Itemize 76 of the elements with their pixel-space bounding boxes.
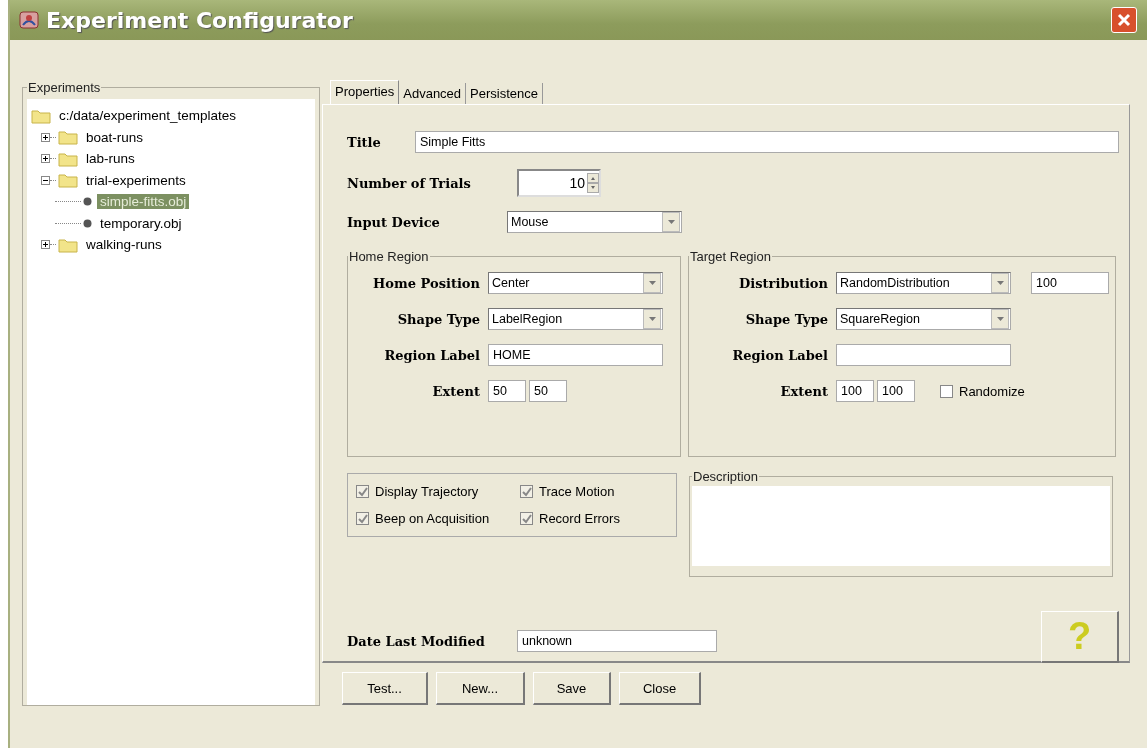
dialog-button[interactable]: Close	[619, 672, 701, 705]
number-field[interactable]: 50	[529, 380, 567, 402]
folder-icon	[58, 172, 78, 189]
field-label: Region Label	[383, 347, 481, 363]
checkbox-label: Display Trajectory	[375, 484, 479, 499]
expand-icon[interactable]	[41, 154, 50, 164]
checkbox[interactable]	[356, 485, 369, 498]
dropdown[interactable]: Mouse	[507, 211, 682, 233]
dropdown[interactable]: SquareRegion	[836, 308, 1011, 330]
bullet-icon	[83, 197, 92, 207]
field-label: Input Device	[347, 214, 441, 230]
dropdown[interactable]: RandomDistribution	[836, 272, 1011, 294]
field-label: Shape Type	[396, 311, 481, 327]
text-field[interactable]: 100	[1031, 272, 1109, 294]
number-field[interactable]: 50	[488, 380, 526, 402]
expand-icon[interactable]	[41, 240, 50, 250]
spinner-arrows-icon[interactable]	[587, 173, 599, 193]
tree-item[interactable]: lab-runs	[83, 151, 138, 167]
tab[interactable]: Properties	[330, 80, 400, 104]
dropdown-arrow-icon	[648, 317, 656, 321]
expand-icon[interactable]	[41, 132, 50, 142]
group-title: Description	[692, 469, 760, 484]
tab[interactable]: Advanced	[399, 83, 467, 104]
checkbox-label: Randomize	[959, 383, 1025, 399]
field-label: Home Position	[372, 275, 481, 291]
dropdown[interactable]: Center	[488, 272, 663, 294]
checkbox[interactable]	[940, 384, 953, 398]
tree-item[interactable]: boat-runs	[83, 129, 147, 145]
number-field[interactable]: 100	[877, 380, 915, 402]
text-field[interactable]	[836, 344, 1011, 366]
checkbox-label: Record Errors	[539, 511, 620, 526]
group-title: Home Region	[348, 249, 430, 264]
group-title: Experiments	[27, 80, 102, 95]
field-label: Distribution	[738, 275, 829, 291]
field-label: Date Last Modified	[347, 633, 486, 649]
checkbox-label: Beep on Acquisition	[375, 511, 490, 526]
field-label: Number of Trials	[347, 175, 472, 191]
text-field[interactable]: HOME	[488, 344, 663, 366]
dropdown-arrow-icon	[648, 281, 656, 285]
field-label: Shape Type	[744, 311, 829, 327]
dropdown-arrow-icon	[667, 220, 675, 224]
field-label: Title	[347, 134, 382, 150]
close-button[interactable]	[1111, 7, 1137, 33]
dropdown[interactable]: LabelRegion	[488, 308, 663, 330]
checkbox[interactable]	[520, 512, 533, 525]
title-field[interactable]: Simple Fitts	[415, 131, 1119, 153]
window-title: Experiment Configurator	[46, 7, 354, 33]
tree-item[interactable]: trial-experiments	[83, 172, 189, 188]
field-label: Region Label	[731, 347, 829, 363]
folder-icon	[58, 150, 78, 167]
tree-item[interactable]: walking-runs	[83, 237, 165, 253]
number-field[interactable]: 100	[836, 380, 874, 402]
dropdown-arrow-icon	[996, 317, 1004, 321]
checkbox[interactable]	[356, 512, 369, 525]
checkbox[interactable]	[520, 485, 533, 498]
checkbox-label: Trace Motion	[539, 484, 615, 499]
folder-icon	[31, 107, 51, 124]
description-field[interactable]	[692, 486, 1110, 566]
spinner-field[interactable]: 10	[517, 169, 601, 197]
dialog-button[interactable]: Save	[533, 672, 611, 705]
collapse-icon[interactable]	[41, 175, 50, 185]
bullet-icon	[83, 218, 92, 228]
tree-item[interactable]: c:/data/experiment_templates	[56, 108, 240, 124]
tab[interactable]: Persistence	[466, 83, 543, 104]
field-label: Extent	[779, 383, 829, 399]
dialog-button[interactable]: Test...	[342, 672, 428, 705]
group-title: Target Region	[689, 249, 772, 264]
folder-icon	[58, 129, 78, 146]
app-icon	[18, 9, 40, 31]
folder-icon	[58, 236, 78, 253]
dialog-button[interactable]: New...	[436, 672, 525, 705]
date-field[interactable]: unknown	[517, 630, 717, 652]
field-label: Extent	[431, 383, 481, 399]
close-icon	[1116, 12, 1132, 28]
tree-item[interactable]: temporary.obj	[97, 215, 185, 231]
dropdown-arrow-icon	[996, 281, 1004, 285]
